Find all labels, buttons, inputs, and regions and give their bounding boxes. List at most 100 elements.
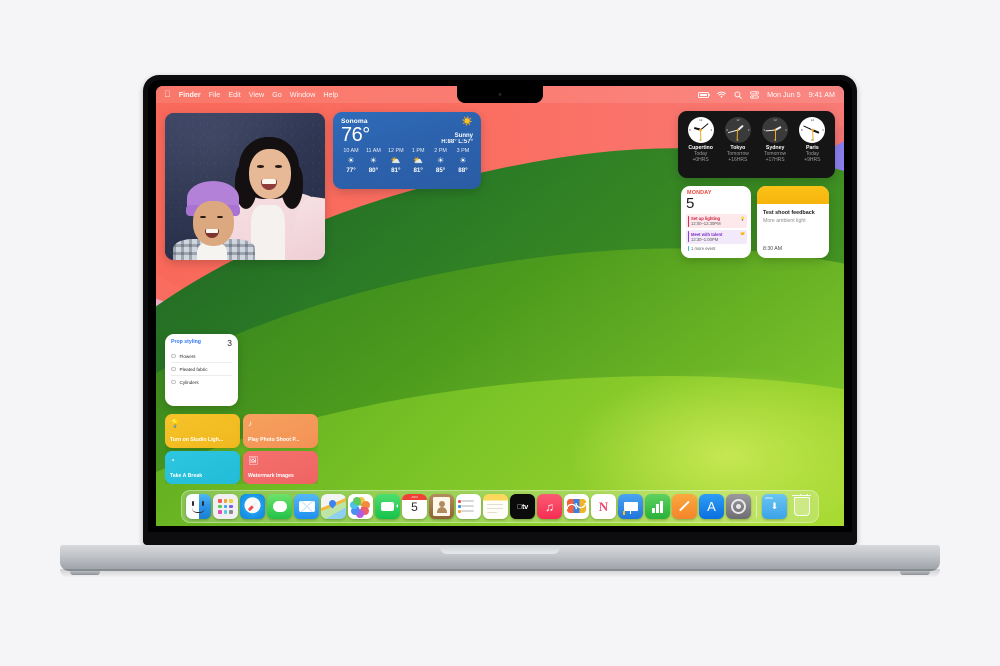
menu-item-view[interactable]: View [249, 90, 264, 99]
shortcut-turn-on-studio-lights[interactable]: 💡 Turn on Studio Ligh... [165, 414, 240, 448]
clock-dial: 12 3 6 9 [724, 117, 751, 143]
clock-offset: +16HRS [728, 157, 748, 163]
hour-time: 12 PM [387, 148, 404, 154]
calendar-more-events[interactable]: 1 more event [686, 245, 747, 252]
wifi-icon[interactable] [717, 91, 726, 98]
calendar-event[interactable]: Set up lighting 12:00–12:30PM 💡 [686, 214, 747, 228]
macbook-pro-device:  Finder File Edit View Go Window Help [0, 0, 1000, 666]
dock-item-contacts[interactable] [429, 494, 454, 519]
shortcut-play-photo-shoot-playlist[interactable]: ♪ Play Photo Shoot P... [243, 414, 318, 448]
reminder-label: Pleated fabric [179, 366, 208, 372]
reminders-count: 3 [227, 338, 232, 348]
widget-notes[interactable]: Test shoot feedback More ambient light 8… [757, 186, 829, 258]
laptop-base [60, 545, 940, 571]
menu-item-go[interactable]: Go [272, 90, 282, 99]
calendar-icon-month: JUN [411, 494, 418, 499]
dock-item-messages[interactable] [267, 494, 292, 519]
checkbox-icon[interactable] [171, 353, 176, 359]
control-center-icon[interactable] [750, 90, 759, 99]
widget-reminders[interactable]: Prop styling 3 Flowers Pleated fabric Cy… [165, 334, 238, 406]
dock-item-photos[interactable] [348, 494, 373, 519]
battery-icon[interactable] [698, 91, 711, 98]
sun-icon: ☀️ [461, 116, 473, 126]
event-time: 12:30–1:00PM [691, 236, 719, 242]
reminder-item[interactable]: Cylinders [171, 376, 232, 388]
note-title: Test shoot feedback [763, 210, 815, 216]
calendar-events: Set up lighting 12:00–12:30PM 💡 Meet wit… [681, 212, 751, 252]
child-teeth [206, 229, 218, 233]
widget-photos[interactable] [165, 113, 325, 260]
hour-icon: ☀ [369, 156, 377, 165]
dock-item-apple-tv[interactable]: tv [510, 494, 535, 519]
menu-item-help[interactable]: Help [323, 90, 338, 99]
checkbox-icon[interactable] [171, 379, 176, 385]
hour-temp: 77° [346, 167, 356, 174]
clock-dial: 12 3 6 9 [762, 117, 789, 143]
dock-item-facetime[interactable] [375, 494, 400, 519]
menu-item-window[interactable]: Window [290, 90, 316, 99]
dock-item-launchpad[interactable] [213, 494, 238, 519]
hour-time: 2 PM [434, 148, 447, 154]
handshake-icon: 🤝 [740, 231, 745, 236]
menu-item-edit[interactable]: Edit [228, 90, 240, 99]
dock-item-notes[interactable] [483, 494, 508, 519]
display-notch [457, 86, 543, 103]
hour-icon: ⛅ [413, 156, 424, 165]
trash-icon [792, 494, 811, 516]
dock-item-news[interactable]: N [591, 494, 616, 519]
dock-item-finder[interactable] [186, 494, 211, 519]
dock-item-calendar[interactable]: JUN 5 [402, 494, 427, 519]
weather-header: Sonoma 76° ☀️ Sunny H:88° L:57° [333, 112, 481, 147]
dock-item-keynote[interactable] [618, 494, 643, 519]
apple-logo-icon[interactable]:  [164, 90, 171, 99]
dock-item-pages[interactable] [672, 494, 697, 519]
dock-item-app-store[interactable]: A [699, 494, 724, 519]
search-icon[interactable] [734, 91, 742, 99]
note-subtitle: More ambient light [763, 217, 806, 224]
dock-item-reminders[interactable] [456, 494, 481, 519]
desktop-screen:  Finder File Edit View Go Window Help [156, 86, 844, 526]
calendar-event[interactable]: Meet with talent 12:30–1:00PM 🤝 [686, 229, 747, 244]
dock-item-trash[interactable] [789, 494, 814, 519]
dock-item-mail[interactable] [294, 494, 319, 519]
dock-item-music[interactable]: ♫ [537, 494, 562, 519]
hour-icon: ☀ [436, 156, 445, 165]
menu-item-file[interactable]: File [209, 90, 221, 99]
shortcut-label: Watermark Images [248, 473, 294, 479]
menu-bar-date[interactable]: Mon Jun 5 [767, 90, 801, 99]
widget-calendar[interactable]: MONDAY 5 Set up lighting 12:00–12:30PM 💡… [681, 186, 751, 258]
adult-face [249, 149, 291, 199]
note-header-bar [757, 186, 829, 204]
menu-bar-time[interactable]: 9:41 AM [809, 90, 835, 99]
checkbox-icon[interactable] [171, 366, 176, 372]
dock-item-system-settings[interactable] [726, 494, 751, 519]
lightbulb-icon: 💡 [170, 419, 180, 428]
dock-item-downloads[interactable]: ⬇ [762, 494, 787, 519]
timer-icon: ◔ [170, 455, 175, 465]
shortcuts-grid: 💡 Turn on Studio Ligh... ♪ Play Photo Sh… [165, 414, 318, 484]
dock: JUN 5 tv ♫ N [181, 490, 819, 523]
clock-offset: +9HRS [804, 157, 821, 163]
menu-bar-right: Mon Jun 5 9:41 AM [698, 90, 844, 99]
dock-item-numbers[interactable] [645, 494, 670, 519]
weather-hour: 1 PM ⛅ 81° [407, 148, 429, 174]
shortcut-take-a-break[interactable]: ◔ Take A Break [165, 450, 240, 484]
widget-shortcuts: 💡 Turn on Studio Ligh... ♪ Play Photo Sh… [165, 414, 318, 484]
shortcut-label: Take A Break [170, 473, 203, 479]
laptop-foot-right [900, 571, 930, 575]
widget-weather[interactable]: Sonoma 76° ☀️ Sunny H:88° L:57° 10 AM ☀ … [333, 112, 481, 189]
reminders-header: Prop styling 3 [165, 334, 238, 348]
hour-icon: ☀ [347, 156, 355, 165]
reminder-item[interactable]: Flowers [171, 350, 232, 363]
laptop-foot-left [70, 571, 100, 575]
weather-high-low: H:88° L:57° [441, 139, 473, 145]
weather-hour: 2 PM ☀ 85° [430, 148, 452, 174]
reminder-item[interactable]: Pleated fabric [171, 363, 232, 376]
widget-world-clock[interactable]: 12 3 6 9 Cupertino Today +0HRS [678, 111, 835, 178]
shortcut-watermark-images[interactable]: 🖼 Watermark Images [243, 450, 318, 484]
dock-item-maps[interactable] [321, 494, 346, 519]
dock-item-freeform[interactable] [564, 494, 589, 519]
dock-item-safari[interactable] [240, 494, 265, 519]
menu-item-finder[interactable]: Finder [179, 90, 201, 99]
adult-eye-left [257, 165, 264, 168]
